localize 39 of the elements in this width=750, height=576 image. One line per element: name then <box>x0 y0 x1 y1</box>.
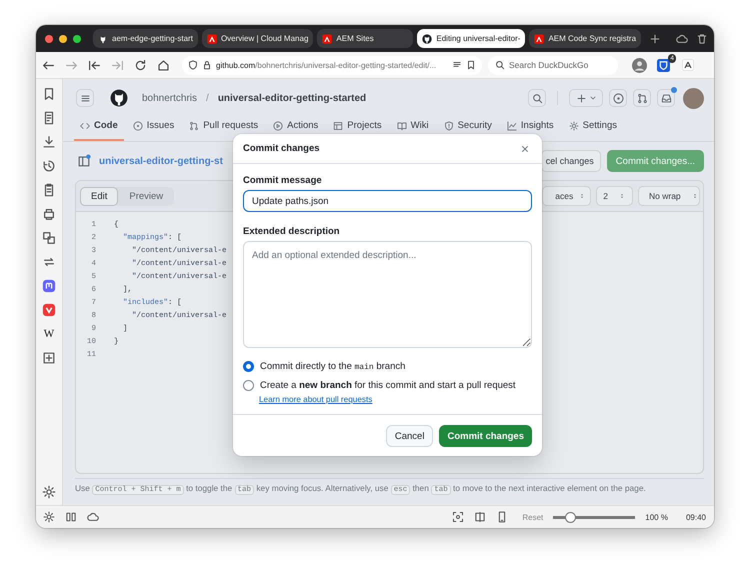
repo-tab[interactable]: Wiki <box>390 120 435 141</box>
repo-tab[interactable]: Settings <box>562 120 623 141</box>
cancel-changes-button[interactable]: cel changes <box>540 150 601 172</box>
description-field[interactable]: Add an optional extended description... <box>243 241 532 348</box>
repo-tab[interactable]: Insights <box>500 120 560 141</box>
browser-tab[interactable]: AEM Sites <box>317 29 414 48</box>
radio-label: Create a new branch for this commit and start a pull request <box>260 380 516 391</box>
address-bar[interactable]: github.com/bohnertchris/universal-editor-getting-started/edit/... <box>182 56 482 74</box>
editor-select[interactable]: No wrap <box>638 186 700 206</box>
url-text: github.com/bohnertchris/universal-editor-getting-started/edit/... <box>216 60 438 70</box>
zoom-reading: 100 % <box>645 512 668 522</box>
browser-tab[interactable]: Overview | Cloud Manag <box>202 29 314 48</box>
learn-more-link[interactable]: Learn more about pull requests <box>259 395 372 404</box>
repo-owner-link[interactable]: bohnertchris <box>142 92 198 104</box>
repo-tab[interactable]: Actions <box>267 120 324 141</box>
commit-changes-button[interactable]: Commit changes <box>439 425 532 447</box>
repo-tab[interactable]: Pull requests <box>183 120 264 141</box>
browser-tab[interactable]: aem-edge-getting-start <box>93 29 198 48</box>
repo-tab[interactable]: Projects <box>327 120 388 141</box>
field-label: Extended description <box>243 226 341 237</box>
browser-tab[interactable]: AEM Code Sync registra <box>529 29 642 48</box>
search-field[interactable]: Search DuckDuckGo <box>488 56 618 74</box>
browser-tab[interactable]: Editing universal-editor- <box>417 29 526 48</box>
repo-tab[interactable]: Security <box>438 120 498 141</box>
cancel-button[interactable]: Cancel <box>386 425 434 447</box>
editor-select[interactable]: aces <box>542 186 592 206</box>
dialog-title: Commit changes <box>243 143 320 154</box>
repo-tab[interactable]: Code <box>74 120 124 141</box>
path-separator: / <box>206 92 209 104</box>
field-label: Commit message <box>243 175 323 186</box>
wiki-panel-button[interactable]: W <box>44 327 54 341</box>
radio-label: Commit directly to the main branch <box>260 361 406 372</box>
editor-mode-tab[interactable]: Preview <box>118 186 174 206</box>
repo-name-link[interactable]: universal-editor-getting-started <box>218 92 366 104</box>
repo-tab[interactable]: Issues <box>126 120 180 141</box>
clock-time: 09:40 <box>686 512 706 522</box>
editor-select[interactable]: 2 <box>596 186 633 206</box>
commit-message-field[interactable]: Update paths.json <box>243 190 532 212</box>
editor-mode-tab[interactable]: Edit <box>80 186 118 206</box>
